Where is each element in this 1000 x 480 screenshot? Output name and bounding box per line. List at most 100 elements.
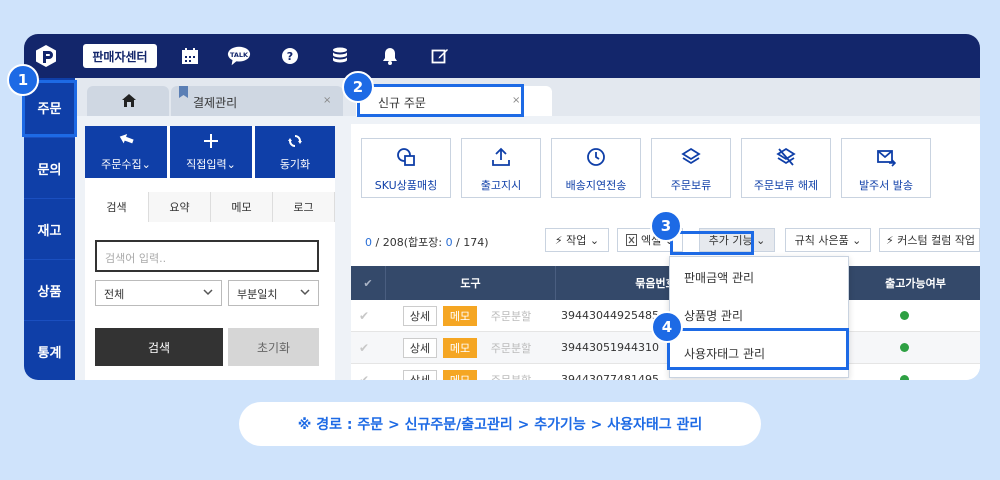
- count-selected: 0: [365, 236, 372, 249]
- step-badge-3: 3: [650, 210, 682, 242]
- step-badge-4: 4: [651, 311, 683, 343]
- table-row[interactable]: ✔ 상세 메모 주문분할 39443077481495: [351, 364, 980, 380]
- split-order-button[interactable]: 주문분할: [483, 370, 539, 380]
- subtab-memo[interactable]: 메모: [211, 192, 273, 222]
- subtab-summary[interactable]: 요약: [149, 192, 211, 222]
- talk-icon[interactable]: TALK: [227, 44, 251, 68]
- release-hold-label: 주문보류 해제: [753, 179, 819, 192]
- memo-button[interactable]: 메모: [443, 306, 477, 326]
- count-total: / 174): [452, 236, 489, 249]
- status-ok-icon: [900, 343, 909, 352]
- highlight-new-order-tab: [357, 84, 524, 117]
- hold-order-label: 주문보류: [670, 179, 712, 192]
- sync-icon: [288, 135, 302, 147]
- shipping-order-label: 출고지시: [480, 179, 522, 192]
- subtab-log[interactable]: 로그: [273, 192, 335, 222]
- highlight-extra-features: [670, 231, 754, 255]
- delay-notice-button[interactable]: 배송지연전송: [551, 138, 641, 198]
- bundle-number: 39443077481495: [561, 373, 659, 380]
- highlight-user-tag-item: [667, 328, 849, 370]
- search-input[interactable]: 검색어 입력..: [95, 240, 319, 272]
- collect-orders-button[interactable]: 주문수집⌄: [85, 126, 167, 178]
- bookmark-icon: [179, 86, 188, 98]
- scope-select-value: 전체: [104, 288, 125, 301]
- chevron-down-icon: [203, 289, 213, 296]
- detail-button[interactable]: 상세: [403, 338, 437, 358]
- tab-strip: 결제관리 × 신규 주문 ×: [75, 78, 980, 116]
- top-bar: 판매자센터 TALK ?: [24, 34, 980, 78]
- count-merge: 0: [445, 236, 453, 249]
- sync-label: 동기화: [279, 158, 311, 171]
- match-select[interactable]: 부분일치: [228, 280, 319, 306]
- sidenav-item-product[interactable]: 상품: [24, 261, 75, 321]
- edit-icon[interactable]: [428, 44, 452, 68]
- calendar-icon[interactable]: [178, 44, 202, 68]
- scope-select[interactable]: 전체: [95, 280, 222, 306]
- seller-center-button[interactable]: 판매자센터: [83, 44, 157, 68]
- sidenav-item-inquiry[interactable]: 문의: [24, 139, 75, 199]
- delay-notice-label: 배송지연전송: [565, 179, 627, 192]
- step-badge-1: 1: [7, 64, 39, 96]
- collect-icon: [119, 134, 134, 144]
- send-purchase-order-label: 발주서 발송: [858, 179, 914, 192]
- sidenav-item-stats[interactable]: 통계: [24, 322, 75, 380]
- talk-icon-text: TALK: [230, 51, 249, 59]
- mail-send-icon: [877, 150, 896, 167]
- count-text: / 208(합포장:: [372, 236, 446, 249]
- rule-gift-button[interactable]: 규칙 사은품 ⌄: [785, 228, 871, 252]
- sidenav-item-inventory[interactable]: 재고: [24, 200, 75, 260]
- match-select-value: 부분일치: [237, 288, 278, 301]
- order-count: 0 / 208(합포장: 0 / 174): [365, 234, 489, 250]
- plus-icon: [204, 134, 218, 148]
- excel-icon: [626, 234, 638, 246]
- row-check-icon[interactable]: ✔: [359, 309, 373, 323]
- database-icon[interactable]: [328, 44, 352, 68]
- split-order-button[interactable]: 주문분할: [483, 306, 539, 326]
- left-panel: 주문수집⌄ 직접입력⌄ 동기화 검색 요약 메모 로그 검색어 입력.. 전체 …: [85, 126, 335, 380]
- help-icon[interactable]: ?: [278, 44, 302, 68]
- work-button[interactable]: ⚡ 작업 ⌄: [545, 228, 609, 252]
- sync-button[interactable]: 동기화: [255, 126, 335, 178]
- header-tools: 도구: [385, 266, 555, 300]
- reset-button[interactable]: 초기화: [228, 328, 319, 366]
- row-check-icon[interactable]: ✔: [359, 373, 373, 380]
- shipping-order-button[interactable]: 출고지시: [461, 138, 541, 198]
- chevron-down-icon: [300, 289, 310, 296]
- memo-button[interactable]: 메모: [443, 370, 477, 380]
- sku-matching-label: SKU상품매칭: [374, 179, 438, 192]
- detail-button[interactable]: 상세: [403, 370, 437, 380]
- step-badge-2: 2: [342, 71, 374, 103]
- detail-button[interactable]: 상세: [403, 306, 437, 326]
- hold-order-button[interactable]: 주문보류: [651, 138, 731, 198]
- clock-icon: [587, 148, 605, 166]
- menu-item-price-management[interactable]: 판매금액 관리: [684, 269, 754, 286]
- bell-icon[interactable]: [378, 44, 402, 68]
- home-icon: [122, 94, 136, 107]
- direct-input-button[interactable]: 직접입력⌄: [170, 126, 252, 178]
- split-order-button[interactable]: 주문분할: [483, 338, 539, 358]
- table-header: ✔ 도구 묶음번호 출고가능여부: [351, 266, 980, 300]
- tab-payment-close-icon[interactable]: ×: [323, 95, 331, 106]
- memo-button[interactable]: 메모: [443, 338, 477, 358]
- custom-column-button[interactable]: ⚡ 커스텀 컬럼 작업 ⌄: [879, 228, 980, 252]
- left-subtabs: 검색 요약 메모 로그: [85, 192, 335, 222]
- menu-item-product-name-management[interactable]: 상품명 관리: [684, 307, 743, 324]
- sku-matching-button[interactable]: SKU상품매칭: [361, 138, 451, 198]
- subtab-search[interactable]: 검색: [85, 192, 149, 222]
- tab-home[interactable]: [87, 86, 169, 116]
- row-check-icon[interactable]: ✔: [359, 341, 373, 355]
- logo-icon: [36, 45, 56, 67]
- status-ok-icon: [900, 311, 909, 320]
- layers-off-icon: [776, 147, 796, 166]
- search-button[interactable]: 검색: [95, 328, 223, 366]
- direct-input-label: 직접입력⌄: [186, 158, 236, 171]
- send-purchase-order-button[interactable]: 발주서 발송: [841, 138, 931, 198]
- help-icon-text: ?: [287, 50, 293, 63]
- tab-payment[interactable]: 결제관리 ×: [171, 86, 343, 116]
- upload-icon: [492, 147, 510, 166]
- status-ok-icon: [900, 375, 909, 380]
- release-hold-button[interactable]: 주문보류 해제: [741, 138, 831, 198]
- header-checkbox[interactable]: ✔: [351, 266, 385, 300]
- layers-icon: [681, 147, 701, 165]
- shapes-icon: [397, 148, 415, 166]
